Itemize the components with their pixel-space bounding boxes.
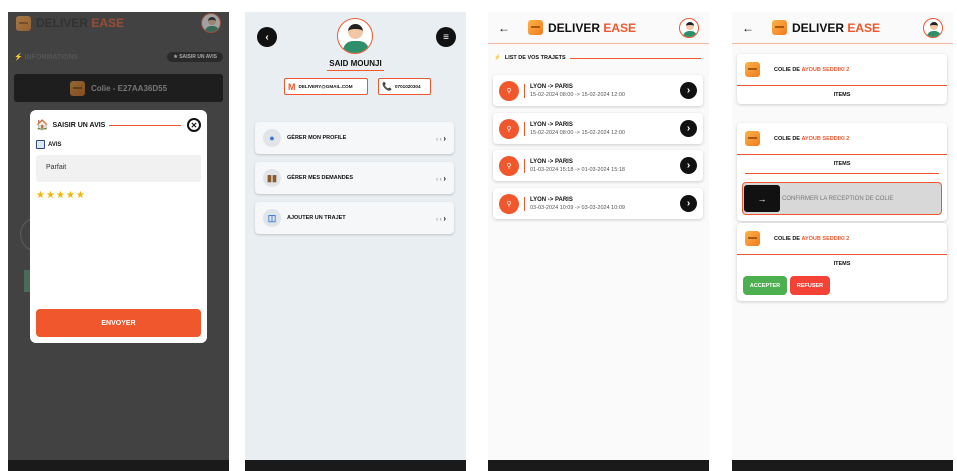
screen-colies: ← DELIVER EASE COLIE DE AYOUB SEDDIKI 2 … (732, 12, 953, 471)
system-nav-bar (488, 460, 709, 471)
email-chip[interactable]: M DELIVERY@GMAIL.COM (284, 78, 368, 95)
colie-card-header: COLIE DE AYOUB SEDDIKI 2 (737, 54, 947, 86)
refuse-button[interactable]: REFUSER (790, 276, 830, 295)
chevron-right-icon[interactable]: › (680, 120, 697, 137)
chevron-right-icon: › › › (435, 133, 446, 143)
screen-trips: ← DELIVER EASE ⚡ LIST DE VOS TRAJETS ⚲ L… (488, 12, 709, 471)
menu-icon[interactable]: ≡ (436, 27, 456, 47)
chevron-right-icon[interactable]: › (680, 157, 697, 174)
chevron-right-icon: › › › (435, 173, 446, 183)
box-icon (745, 231, 760, 246)
trip-item[interactable]: ⚲ LYON -> PARIS 15-02-2024 08:00 -> 15-02… (493, 75, 703, 106)
action-buttons: ACCEPTER REFUSER (737, 273, 947, 301)
back-icon[interactable]: ← (498, 21, 510, 35)
user-avatar-icon[interactable] (923, 17, 943, 38)
colie-card: COLIE DE AYOUB SEDDIKI 2 ITEMS ACCEPTER … (737, 223, 947, 301)
bolt-icon: ⚡ (494, 55, 501, 61)
box-icon (745, 62, 760, 77)
location-icon: ⚲ (499, 193, 519, 214)
accept-button[interactable]: ACCEPTER (743, 276, 787, 295)
colie-card-header: COLIE DE AYOUB SEDDIKI 2 (737, 123, 947, 155)
form-icon (36, 140, 45, 149)
location-icon: ⚲ (499, 155, 519, 176)
colie-card: COLIE DE AYOUB SEDDIKI 2 ITEMS → CONFIRM… (737, 123, 947, 221)
box-logo-icon (528, 20, 543, 35)
informations-row: ⚡ INFORMATIONS ★ SAISIR UN AVIS (14, 52, 223, 62)
menu-item-profile[interactable]: ● GÉRER MON PROFILE › › › (255, 122, 454, 154)
system-nav-bar (245, 460, 466, 471)
app-header: ← DELIVER EASE (732, 12, 953, 44)
arrow-right-icon[interactable]: → (744, 185, 780, 212)
app-logo: DELIVER EASE (16, 15, 125, 31)
profile-avatar (337, 18, 373, 54)
logo-text: DELIVER EASE (36, 16, 125, 30)
box-logo-icon (772, 20, 787, 35)
items-label: ITEMS (833, 92, 851, 98)
gmail-icon: M (288, 81, 296, 92)
star-rating[interactable]: ★★★★★ (36, 190, 201, 201)
saisir-avis-pill[interactable]: ★ SAISIR UN AVIS (167, 52, 223, 62)
review-modal: 🏠 SAISIR UN AVIS ✕ AVIS Parfait ★★★★★ EN… (30, 110, 207, 343)
location-icon: ⚲ (499, 118, 519, 139)
screen-profile: ‹ ≡ SAID MOUNJI M DELIVERY@GMAIL.COM 📞 0… (245, 12, 466, 471)
avis-label: AVIS (36, 140, 201, 149)
box-logo-icon (16, 15, 31, 31)
chevron-right-icon: › › › (435, 213, 446, 223)
confirm-reception-slider[interactable]: → CONFIRMER LA RECEPTION DE COLIE (742, 182, 942, 215)
user-avatar-icon[interactable] (679, 17, 699, 38)
phone-chip[interactable]: 📞 0701020304 (378, 78, 431, 95)
system-nav-bar (732, 460, 953, 471)
menu-item-demandes[interactable]: ▮▮ GÉRER MES DEMANDES › › › (255, 162, 454, 194)
box-icon (69, 80, 85, 96)
user-icon: ● (263, 129, 281, 147)
profile-name: SAID MOUNJI (329, 59, 382, 68)
send-button[interactable]: ENVOYER (36, 309, 201, 337)
back-icon[interactable]: ‹ (257, 27, 277, 47)
app-header: ← DELIVER EASE (488, 12, 709, 44)
route-icon: ◫ (263, 209, 281, 227)
back-icon[interactable]: ← (742, 21, 754, 35)
app-logo: DELIVER EASE (528, 20, 636, 35)
chevron-right-icon[interactable]: › (680, 82, 697, 99)
people-icon: ▮▮ (263, 169, 281, 187)
trip-item[interactable]: ⚲ LYON -> PARIS 15-02-2024 08:00 -> 15-02… (493, 113, 703, 144)
colie-bar: Colie - E27AA36D55 (14, 74, 223, 102)
informations-label: ⚡ INFORMATIONS (14, 54, 79, 61)
items-label: ITEMS (833, 261, 851, 267)
screen-review-modal: DELIVER EASE ⚡ INFORMATIONS ★ SAISIR UN … (8, 12, 229, 471)
chevron-right-icon[interactable]: › (680, 195, 697, 212)
items-label: ITEMS (745, 155, 939, 174)
user-avatar-icon[interactable] (201, 13, 221, 33)
app-header: DELIVER EASE (8, 12, 229, 34)
name-underline (327, 70, 384, 71)
location-icon: ⚲ (499, 80, 519, 101)
system-nav-bar (8, 460, 229, 471)
colie-card: COLIE DE AYOUB SEDDIKI 2 ITEMS (737, 54, 947, 104)
list-title: ⚡ LIST DE VOS TRAJETS (494, 55, 701, 61)
menu-item-trajet[interactable]: ◫ AJOUTER UN TRAJET › › › (255, 202, 454, 234)
close-icon[interactable]: ✕ (187, 118, 201, 132)
colie-label: Colie - E27AA36D55 (90, 83, 168, 93)
box-icon (745, 131, 760, 146)
modal-title: 🏠 SAISIR UN AVIS ✕ (36, 118, 201, 132)
email-text: DELIVERY@GMAIL.COM (298, 84, 353, 89)
avis-input[interactable]: Parfait (36, 155, 201, 182)
colie-card-header: COLIE DE AYOUB SEDDIKI 2 (737, 223, 947, 255)
phone-icon: 📞 (382, 82, 392, 91)
app-logo: DELIVER EASE (772, 20, 880, 35)
trip-item[interactable]: ⚲ LYON -> PARIS 01-03-2024 15:18 -> 01-03… (493, 150, 703, 181)
phone-text: 0701020304 (394, 84, 421, 89)
review-icon: 🏠 (36, 119, 49, 131)
trip-item[interactable]: ⚲ LYON -> PARIS 03-03-2024 10:09 -> 03-03… (493, 188, 703, 219)
